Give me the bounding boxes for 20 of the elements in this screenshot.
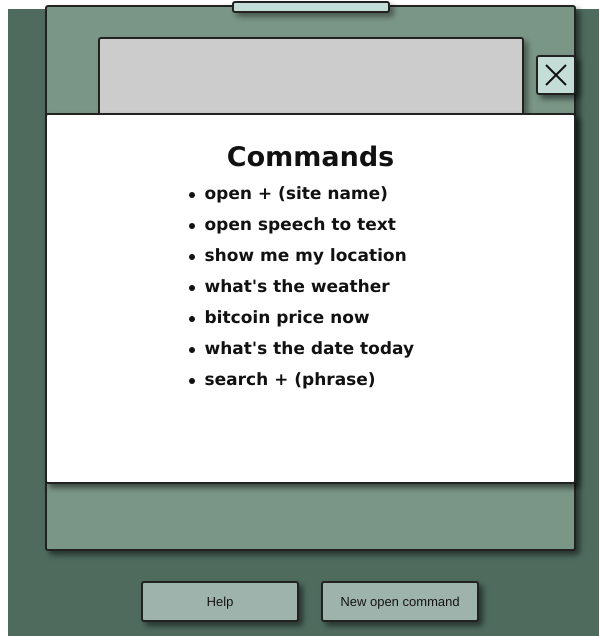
bullet-icon xyxy=(188,284,194,290)
command-item: what's the date today xyxy=(204,338,414,361)
bullet-icon xyxy=(188,346,194,352)
command-item: open + (site name) xyxy=(204,183,388,206)
bullet-icon xyxy=(188,316,194,322)
bullet-icon xyxy=(188,192,194,198)
action-button[interactable]: New open command xyxy=(321,581,479,622)
top-button[interactable] xyxy=(232,1,390,13)
dialog-title: Commands xyxy=(226,141,394,175)
bullet-icon xyxy=(188,378,194,384)
bullet-icon xyxy=(188,254,194,260)
close-icon xyxy=(545,64,567,86)
action-button[interactable]: Help xyxy=(141,581,299,622)
command-item: bitcoin price now xyxy=(204,307,370,330)
command-item: what's the weather xyxy=(204,276,390,299)
bullet-icon xyxy=(188,222,194,228)
close-button[interactable] xyxy=(536,55,576,95)
command-item: search + (phrase) xyxy=(204,369,376,392)
command-item: open speech to text xyxy=(204,214,396,237)
command-item: show me my location xyxy=(204,245,407,268)
